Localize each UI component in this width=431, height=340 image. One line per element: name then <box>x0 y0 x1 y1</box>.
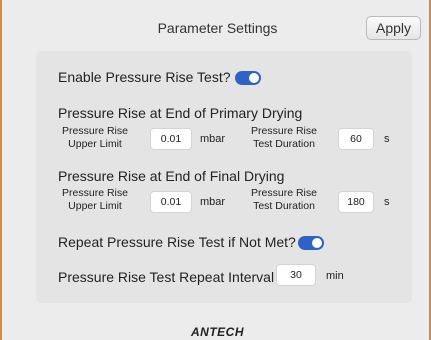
window-frame: Parameter Settings Apply Enable Pressure… <box>0 0 431 340</box>
final-upper-limit-unit: mbar <box>200 196 226 208</box>
final-drying-heading: Pressure Rise at End of Final Drying <box>58 168 285 184</box>
enable-pressure-rise-toggle[interactable] <box>235 71 261 85</box>
primary-upper-limit-input[interactable]: 0.01 <box>150 128 192 150</box>
repeat-interval-label: Pressure Rise Test Repeat Interval <box>58 269 275 285</box>
final-duration-label: Pressure Rise Test Duration <box>251 187 317 212</box>
toggle-knob <box>249 73 259 83</box>
antech-logo: ANTECH <box>191 325 244 339</box>
primary-upper-limit-unit: mbar <box>200 133 226 145</box>
repeat-interval-input[interactable]: 30 <box>276 264 316 286</box>
repeat-interval-unit: min <box>326 270 344 282</box>
apply-button[interactable]: Apply <box>366 16 421 40</box>
repeat-test-label: Repeat Pressure Rise Test if Not Met? <box>58 234 296 250</box>
final-duration-unit: s <box>384 196 390 208</box>
primary-duration-unit: s <box>384 133 390 145</box>
primary-duration-label: Pressure Rise Test Duration <box>251 125 317 150</box>
primary-duration-input[interactable]: 60 <box>338 128 374 150</box>
primary-upper-limit-label: Pressure Rise Upper Limit <box>62 125 128 150</box>
final-duration-input[interactable]: 180 <box>338 191 374 213</box>
primary-drying-heading: Pressure Rise at End of Primary Drying <box>58 105 303 121</box>
header: Parameter Settings Apply <box>2 0 429 46</box>
enable-pressure-rise-label: Enable Pressure Rise Test? <box>58 69 231 85</box>
final-upper-limit-label: Pressure Rise Upper Limit <box>62 187 128 212</box>
repeat-test-toggle[interactable] <box>298 236 324 250</box>
settings-panel: Enable Pressure Rise Test? Pressure Rise… <box>36 51 412 303</box>
toggle-knob <box>312 238 322 248</box>
final-upper-limit-input[interactable]: 0.01 <box>150 191 192 213</box>
